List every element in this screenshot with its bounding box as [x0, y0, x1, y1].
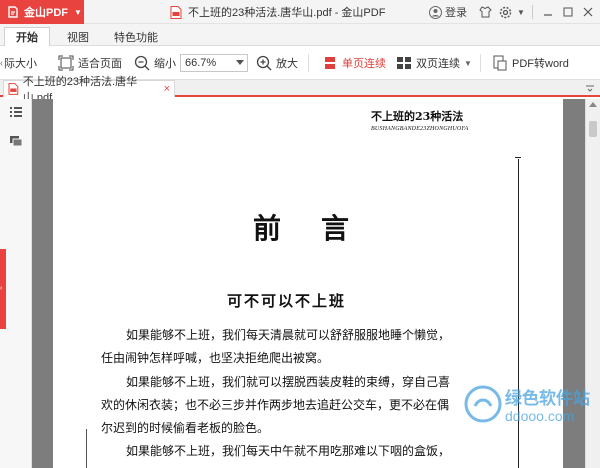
- zoom-out-icon: [134, 55, 150, 71]
- user-icon: [429, 5, 442, 19]
- login-button[interactable]: 登录: [429, 4, 467, 20]
- page-header-title: 不上班的23种活法: [371, 110, 464, 123]
- actual-size-label: 际大小: [4, 58, 37, 70]
- single-page-icon: [325, 57, 335, 69]
- double-page-icon: [397, 57, 411, 69]
- toolbar-separator: [308, 54, 309, 72]
- single-page-continuous-button[interactable]: 单页连续: [322, 46, 386, 80]
- watermark-url: ddooo.com: [505, 408, 575, 424]
- title-separator: [532, 5, 533, 19]
- toolbar-separator: [480, 54, 481, 72]
- pdf-file-icon: [170, 5, 182, 19]
- window-title: 不上班的23种活法.唐华山.pdf - 金山PDF: [170, 0, 385, 24]
- paragraph-line: 如果能够不上班，我们就可以摆脱西装皮鞋的束缚，穿自己喜: [126, 375, 451, 389]
- fit-page-icon: [58, 55, 74, 71]
- page-vertical-rule-left: [86, 429, 87, 468]
- zoom-out-label: 缩小: [154, 58, 176, 70]
- watermark-logo-icon: [464, 385, 502, 423]
- chevron-left-icon: ‹: [0, 58, 3, 68]
- pdf-file-icon: [8, 83, 19, 95]
- app-menu-button[interactable]: 金山PDF ▼: [0, 0, 84, 24]
- left-sidebar: ‹: [0, 99, 32, 468]
- zoom-in-button[interactable]: 放大: [256, 46, 298, 80]
- chevron-down-icon: [236, 60, 244, 65]
- minimize-icon[interactable]: [540, 4, 556, 20]
- tab-view[interactable]: 视图: [58, 27, 98, 46]
- double-page-label: 双页连续: [416, 58, 460, 70]
- scrollbar-thumb[interactable]: [589, 121, 597, 137]
- watermark: 绿色软件站 ddooo.com: [461, 384, 600, 468]
- fit-page-label: 适合页面: [78, 58, 122, 70]
- page-subheading: 可不可以不上班: [227, 292, 347, 310]
- window-controls: 登录 ▼: [429, 0, 596, 24]
- pdf-to-word-label: PDF转word: [512, 58, 569, 70]
- paragraph-line: 如果能够不上班，我们每天中午就不用吃那难以下咽的盒饭，: [126, 444, 451, 458]
- app-window: 金山PDF ▼ 不上班的23种活法.唐华山.pdf - 金山PDF 登录 ▼ 开…: [0, 0, 600, 468]
- page-heading: 前言: [253, 212, 390, 245]
- pdf-to-word-button[interactable]: PDF转word: [492, 46, 569, 80]
- document-tab-bar: 不上班的23种活法.唐华山.pdf ×: [0, 76, 600, 104]
- outline-list-icon[interactable]: [9, 105, 23, 119]
- kingsoft-pdf-logo-icon: [6, 5, 20, 19]
- document-tab[interactable]: 不上班的23种活法.唐华山.pdf ×: [3, 76, 175, 104]
- sidebar-collapse-handle[interactable]: ‹: [0, 249, 6, 329]
- paragraph-line: 尔迟到的时候偷看老板的脸色。: [101, 421, 270, 435]
- page-header-pinyin: BUSHANGBANDE23ZHONGHUOFA: [371, 126, 469, 132]
- title-bar: 金山PDF ▼ 不上班的23种活法.唐华山.pdf - 金山PDF 登录 ▼: [0, 0, 600, 24]
- paragraph-line: 欢的休闲衣装；也不必三步并作两步地去追赶公交车，更不必在偶: [101, 398, 450, 412]
- zoom-in-label: 放大: [276, 58, 298, 70]
- paragraph-line: 如果能够不上班，我们每天清晨就可以舒舒服服地睡个懒觉，: [126, 328, 451, 342]
- chevron-down-icon: ▼: [74, 7, 82, 17]
- close-tab-icon[interactable]: ×: [164, 83, 170, 95]
- double-page-continuous-button[interactable]: 双页连续 ▼: [396, 46, 472, 80]
- login-label: 登录: [445, 7, 467, 19]
- page-rule-mark: [515, 157, 521, 158]
- tab-start[interactable]: 开始: [4, 27, 50, 46]
- brand-label: 金山PDF: [24, 7, 68, 19]
- menu-tabs: 开始 视图 特色功能: [0, 24, 600, 46]
- settings-gear-icon[interactable]: [497, 4, 513, 20]
- single-page-label: 单页连续: [342, 58, 386, 70]
- settings-chevron-down-icon[interactable]: ▼: [517, 4, 525, 20]
- zoom-value: 66.7%: [185, 57, 217, 69]
- tab-list-icon[interactable]: [584, 82, 596, 94]
- zoom-select[interactable]: 66.7%: [180, 54, 248, 72]
- pdf-to-word-icon: [493, 55, 507, 71]
- skin-icon[interactable]: [477, 4, 493, 20]
- zoom-in-icon: [256, 55, 272, 71]
- maximize-icon[interactable]: [560, 4, 576, 20]
- close-icon[interactable]: [580, 4, 596, 20]
- comments-icon[interactable]: [9, 134, 23, 148]
- window-title-text: 不上班的23种活法.唐华山.pdf - 金山PDF: [188, 7, 386, 19]
- tab-features[interactable]: 特色功能: [108, 27, 164, 46]
- watermark-text: 绿色软件站: [505, 389, 590, 408]
- chevron-down-icon: ▼: [464, 58, 472, 68]
- chevron-left-icon: ‹: [0, 285, 3, 292]
- paragraph-line: 任由闹钟怎样呼喊，也坚决拒绝爬出被窝。: [101, 351, 330, 365]
- scroll-up-icon[interactable]: [589, 102, 597, 107]
